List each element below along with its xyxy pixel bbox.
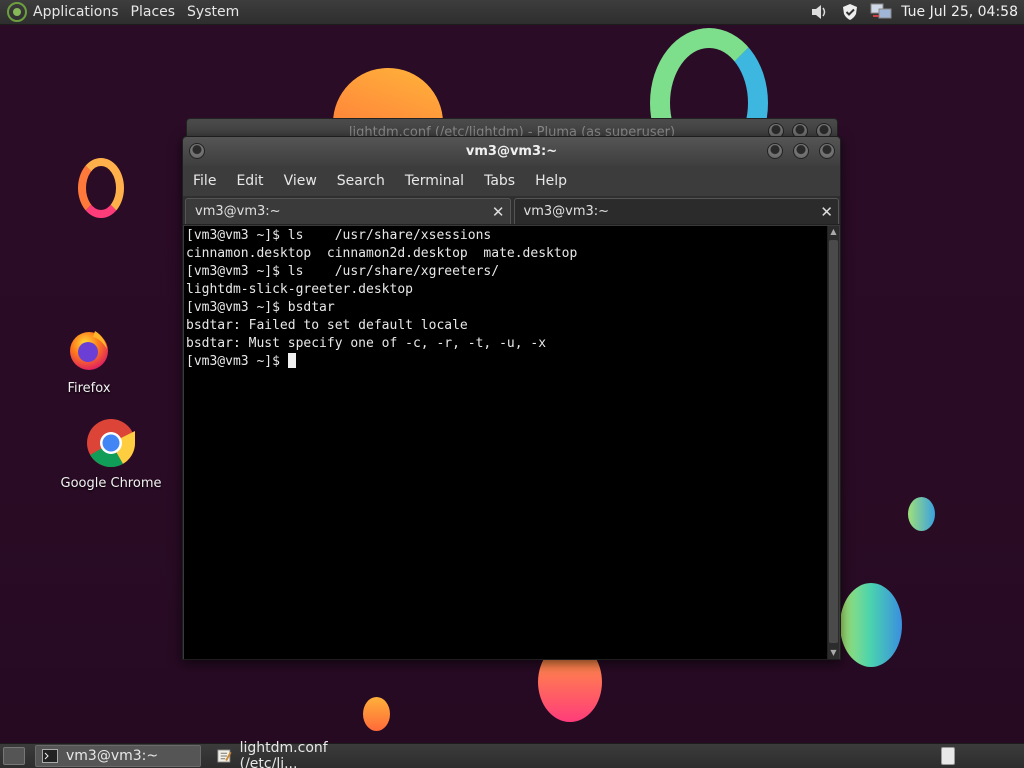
desktop-icon-chrome[interactable]: Google Chrome — [52, 418, 170, 491]
scrollbar-thumb[interactable] — [829, 240, 838, 643]
scroll-down-icon[interactable]: ▼ — [828, 647, 839, 659]
terminal-tab-1[interactable]: vm3@vm3:~ ✕ — [185, 198, 511, 224]
close-tab-icon[interactable]: ✕ — [820, 199, 833, 225]
clock[interactable]: Tue Jul 25, 04:58 — [901, 4, 1018, 20]
top-panel: Applications Places System Tue Jul 25, 0… — [0, 0, 1024, 25]
text-editor-icon — [217, 749, 232, 763]
menu-view[interactable]: View — [274, 173, 327, 189]
terminal-scrollbar[interactable]: ▲ ▼ — [827, 226, 839, 659]
tab-label: vm3@vm3:~ — [523, 204, 610, 219]
menu-file[interactable]: File — [183, 173, 226, 189]
applications-menu[interactable]: Applications — [27, 0, 125, 25]
taskbar-item-terminal[interactable]: vm3@vm3:~ — [35, 745, 201, 767]
wallpaper-blob-large — [840, 583, 902, 667]
taskbar-item-label: vm3@vm3:~ — [66, 748, 159, 764]
text-cursor — [287, 353, 296, 368]
menu-edit[interactable]: Edit — [226, 173, 273, 189]
window-menu-button[interactable] — [189, 143, 205, 159]
menu-help[interactable]: Help — [525, 173, 577, 189]
tab-label: vm3@vm3:~ — [195, 204, 281, 219]
terminal-line: [vm3@vm3 ~]$ ls /usr/share/xgreeters/ — [186, 264, 500, 279]
menu-terminal[interactable]: Terminal — [395, 173, 474, 189]
menu-tabs[interactable]: Tabs — [474, 173, 525, 189]
desktop-icon-firefox[interactable]: Firefox — [50, 325, 128, 396]
places-menu[interactable]: Places — [125, 0, 182, 25]
taskbar-item-label: lightdm.conf (/etc/li... — [239, 740, 328, 768]
menu-search[interactable]: Search — [327, 173, 395, 189]
system-menu[interactable]: System — [181, 0, 245, 25]
wallpaper-blob-tiny — [363, 697, 390, 731]
maximize-button[interactable] — [793, 143, 809, 159]
volume-icon[interactable] — [808, 1, 830, 23]
system-tray: Tue Jul 25, 04:58 — [808, 0, 1024, 25]
terminal-title: vm3@vm3:~ — [465, 144, 558, 159]
minimize-button[interactable] — [767, 143, 783, 159]
firefox-icon — [70, 331, 108, 370]
terminal-window: vm3@vm3:~ File Edit View Search Terminal… — [182, 136, 841, 660]
terminal-line: bsdtar: Failed to set default locale — [186, 318, 468, 333]
terminal-line: [vm3@vm3 ~]$ ls /usr/share/xsessions — [186, 228, 492, 243]
terminal-line: [vm3@vm3 ~]$ bsdtar — [186, 300, 335, 315]
show-desktop-button[interactable] — [3, 747, 25, 765]
wallpaper-blob-small — [908, 497, 935, 531]
mate-logo-icon[interactable] — [7, 2, 27, 22]
terminal-menubar: File Edit View Search Terminal Tabs Help — [183, 166, 840, 196]
terminal-titlebar[interactable]: vm3@vm3:~ — [183, 137, 840, 166]
terminal-line: cinnamon.desktop cinnamon2d.desktop mate… — [186, 246, 578, 261]
bottom-panel: vm3@vm3:~ lightdm.conf (/etc/li... — [0, 740, 1024, 768]
terminal-output[interactable]: [vm3@vm3 ~]$ ls /usr/share/xsessions cinn… — [184, 226, 828, 659]
terminal-tab-2[interactable]: vm3@vm3:~ ✕ — [513, 198, 839, 225]
chrome-label: Google Chrome — [60, 476, 162, 491]
terminal-line: lightdm-slick-greeter.desktop — [186, 282, 413, 297]
terminal-icon — [42, 749, 58, 763]
wallpaper-ring-small — [78, 158, 124, 218]
scroll-up-icon[interactable]: ▲ — [828, 226, 839, 238]
close-tab-icon[interactable]: ✕ — [492, 199, 505, 225]
network-icon[interactable] — [870, 1, 892, 23]
taskbar-item-pluma[interactable]: lightdm.conf (/etc/li... — [211, 740, 377, 768]
shield-icon[interactable] — [839, 1, 861, 23]
chrome-icon — [87, 419, 135, 468]
terminal-tabbar: vm3@vm3:~ ✕ vm3@vm3:~ ✕ — [183, 196, 840, 225]
firefox-label: Firefox — [67, 381, 111, 396]
close-button[interactable] — [819, 143, 835, 159]
terminal-prompt: [vm3@vm3 ~]$ — [186, 354, 288, 369]
workspace-switcher[interactable] — [941, 747, 955, 765]
terminal-line: bsdtar: Must specify one of -c, -r, -t, … — [186, 336, 547, 351]
terminal-prompt-line: [vm3@vm3 ~]$ — [186, 353, 826, 371]
